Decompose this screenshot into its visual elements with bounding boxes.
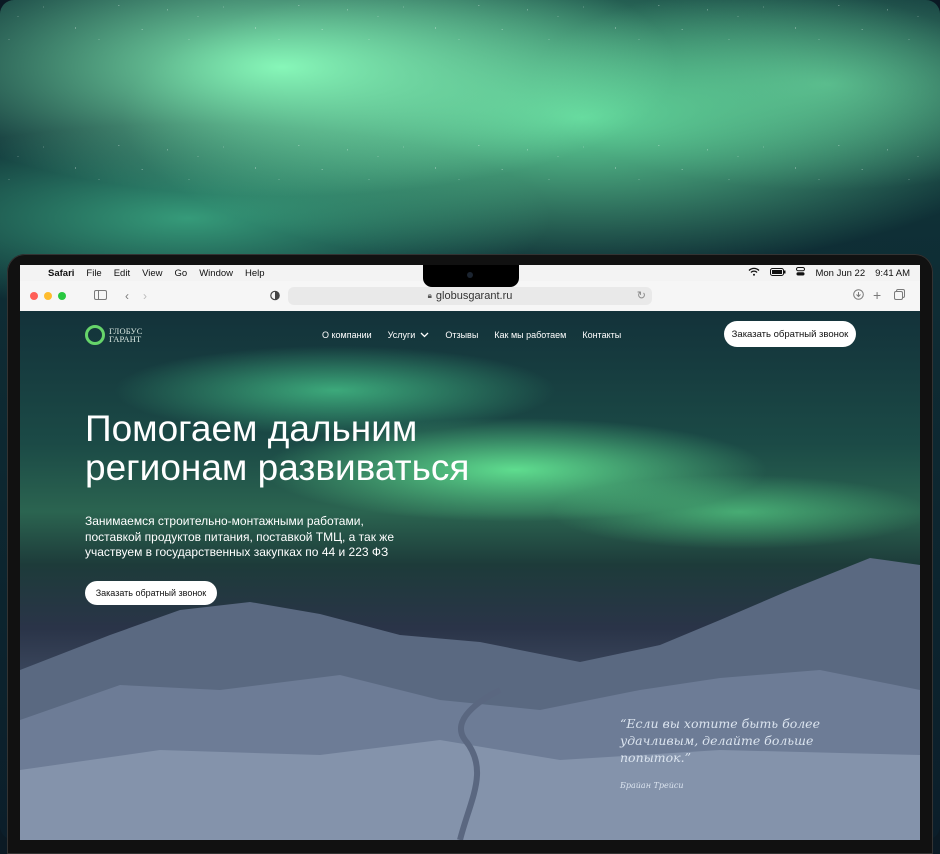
hero-title: Помогаем дальним регионам развиваться [85, 409, 605, 487]
close-window-button[interactable] [30, 292, 38, 300]
camera-notch [423, 265, 519, 287]
hero-title-line2: регионам развиваться [85, 447, 470, 488]
menu-help[interactable]: Help [245, 268, 265, 279]
hero-subtitle: Занимаемся строительно-монтажными работа… [85, 514, 435, 561]
site-logo[interactable]: ГЛОБУС ГАРАНТ [85, 325, 143, 345]
menu-date[interactable]: Mon Jun 22 [815, 268, 865, 279]
wifi-icon[interactable] [748, 267, 760, 279]
new-tab-icon[interactable]: + [873, 287, 881, 303]
nav-about[interactable]: О компании [322, 330, 372, 340]
menu-app-name[interactable]: Safari [48, 268, 74, 279]
download-icon[interactable] [853, 289, 864, 303]
menu-edit[interactable]: Edit [114, 268, 130, 279]
menu-window[interactable]: Window [199, 268, 233, 279]
back-icon[interactable]: ‹ [125, 289, 129, 303]
address-bar[interactable]: 🔒︎ globusgarant.ru ↻ [288, 287, 652, 305]
sidebar-icon[interactable] [94, 289, 107, 303]
site-header: ГЛОБУС ГАРАНТ О компании Услуги Отзывы К… [20, 311, 920, 361]
minimize-window-button[interactable] [44, 292, 52, 300]
url-text: globusgarant.ru [435, 290, 513, 302]
laptop-screen: Safari File Edit View Go Window Help Mon… [20, 265, 920, 840]
quote-line3: попыток.” [620, 750, 692, 765]
zoom-window-button[interactable] [58, 292, 66, 300]
quote-line2: удачливым, делайте больше [620, 733, 814, 748]
main-nav: О компании Услуги Отзывы Как мы работаем… [322, 330, 621, 340]
quote-line1: “Если вы хотите быть более [620, 716, 820, 731]
tab-overview-icon[interactable] [894, 289, 905, 303]
menu-time[interactable]: 9:41 AM [875, 268, 910, 279]
quote: “Если вы хотите быть более удачливым, де… [620, 715, 860, 766]
hero-sub-line2: поставкой продуктов питания, поставкой Т… [85, 529, 394, 544]
website-page: ГЛОБУС ГАРАНТ О компании Услуги Отзывы К… [20, 311, 920, 840]
battery-icon[interactable] [770, 267, 786, 279]
lock-icon: 🔒︎ [427, 291, 432, 300]
hero-sub-line1: Занимаемся строительно-монтажными работа… [85, 514, 364, 528]
logo-text-line2: ГАРАНТ [109, 334, 142, 344]
control-center-icon[interactable] [796, 267, 806, 279]
hero-sub-line3: участвуем в государственных закупках по … [85, 545, 389, 559]
nav-contacts[interactable]: Контакты [582, 330, 621, 340]
camera-icon [467, 272, 473, 278]
hero-callback-button[interactable]: Заказать обратный звонок [85, 581, 217, 605]
nav-reviews[interactable]: Отзывы [445, 330, 478, 340]
nav-services[interactable]: Услуги [388, 330, 430, 340]
header-callback-button[interactable]: Заказать обратный звонок [724, 321, 856, 347]
nav-how-we-work[interactable]: Как мы работаем [494, 330, 566, 340]
nav-services-label: Услуги [387, 330, 416, 340]
menu-file[interactable]: File [86, 268, 101, 279]
hero-title-line1: Помогаем дальним [85, 408, 418, 449]
menu-view[interactable]: View [142, 268, 162, 279]
quote-author: Брайан Трейси [620, 781, 684, 790]
forward-icon[interactable]: › [143, 289, 147, 303]
globe-logo-icon [85, 325, 105, 345]
privacy-shield-icon[interactable] [270, 290, 280, 304]
chevron-down-icon [420, 332, 429, 338]
reload-icon[interactable]: ↻ [637, 289, 646, 302]
menu-go[interactable]: Go [175, 268, 188, 279]
